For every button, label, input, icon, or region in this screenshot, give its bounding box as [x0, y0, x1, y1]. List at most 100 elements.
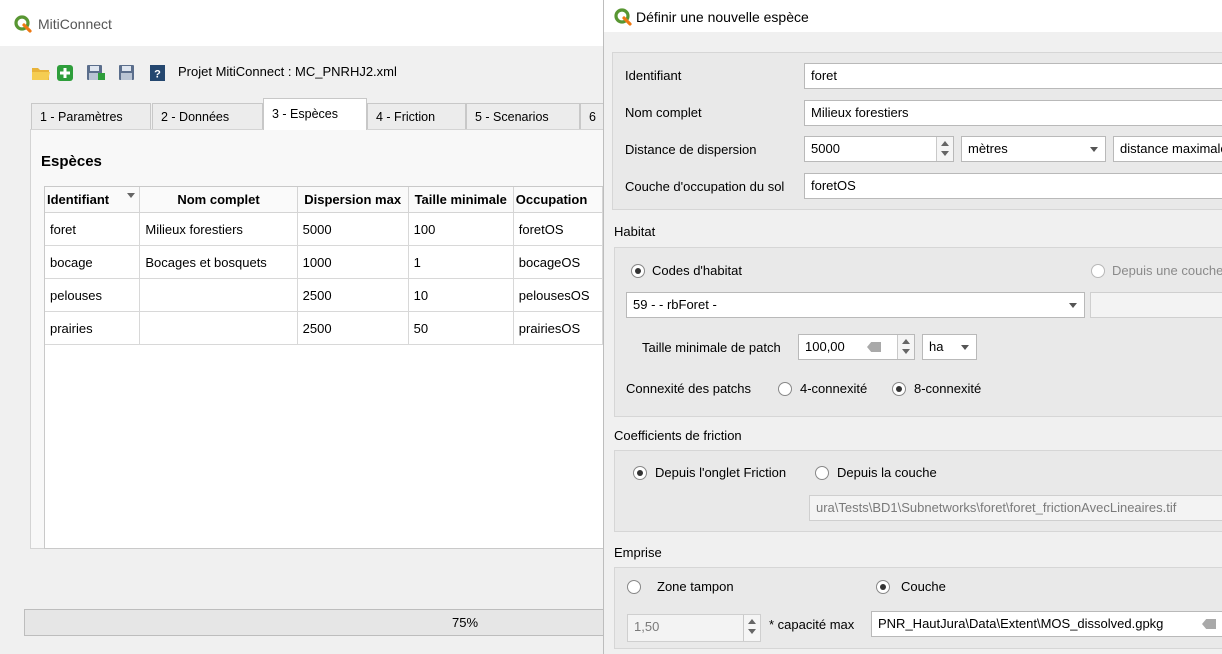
table-cell[interactable]: 50	[408, 311, 514, 345]
column-header-occupation[interactable]: Occupation	[513, 187, 603, 213]
table-cell[interactable]	[139, 278, 298, 312]
table-cell[interactable]: 100	[408, 212, 514, 246]
distance-unit-value: mètres	[968, 141, 1008, 156]
qgis-logo-icon	[614, 8, 632, 26]
table-row[interactable]: prairies 2500 50 prairiesOS	[45, 311, 603, 345]
distance-mode-value: distance maximale	[1120, 141, 1222, 156]
depuis-couche-radio[interactable]	[1091, 264, 1105, 278]
tab-parametres[interactable]: 1 - Paramètres	[31, 103, 151, 129]
spin-arrows-icon[interactable]	[936, 137, 953, 161]
table-cell[interactable]: Bocages et bosquets	[139, 245, 298, 279]
depuis-onglet-friction-radio[interactable]	[633, 466, 647, 480]
table-cell[interactable]: prairiesOS	[513, 311, 603, 345]
table-cell[interactable]: bocage	[45, 245, 141, 279]
table-row[interactable]: foret Milieux forestiers 5000 100 foretO…	[45, 212, 603, 246]
depuis-couche-label: Depuis une couche	[1112, 263, 1222, 278]
svg-text:?: ?	[154, 69, 161, 81]
project-label: Projet MitiConnect : MC_PNRHJ2.xml	[178, 64, 397, 79]
friction-path-field[interactable]: ura\Tests\BD1\Subnetworks\foret\foret_fr…	[809, 495, 1222, 521]
dropdown-arrow-icon	[1090, 147, 1098, 152]
couche-emprise-label: Couche	[901, 579, 946, 594]
codes-habitat-label: Codes d'habitat	[652, 263, 742, 278]
emprise-path-field[interactable]: PNR_HautJura\Data\Extent\MOS_dissolved.g…	[871, 611, 1222, 637]
column-header-dispersion[interactable]: Dispersion max	[297, 187, 409, 213]
table-cell[interactable]: 5000	[297, 212, 409, 246]
taille-minimale-label: Taille minimale de patch	[642, 340, 781, 355]
couche-occupation-value: foretOS	[811, 178, 856, 193]
dropdown-arrow-icon	[961, 345, 969, 350]
column-header-nom-complet[interactable]: Nom complet	[139, 187, 298, 213]
taille-unit-combo[interactable]: ha	[922, 334, 977, 360]
tab-donnees[interactable]: 2 - Données	[152, 103, 263, 129]
distance-unit-combo[interactable]: mètres	[961, 136, 1106, 162]
table-cell[interactable]: Milieux forestiers	[139, 212, 298, 246]
qgis-logo-icon	[14, 15, 32, 33]
add-icon[interactable]	[56, 64, 76, 82]
spin-arrows-icon[interactable]	[897, 335, 914, 359]
tab-6[interactable]: 6	[580, 103, 604, 129]
table-cell[interactable]: 2500	[297, 278, 409, 312]
clear-icon[interactable]	[867, 342, 881, 352]
distance-mode-combo[interactable]: distance maximale	[1113, 136, 1222, 162]
table-cell[interactable]: 1	[408, 245, 514, 279]
main-title-bar: MitiConnect	[0, 0, 604, 46]
table-row[interactable]: pelouses 2500 10 pelousesOS	[45, 278, 603, 312]
distance-spinbox[interactable]: 5000	[804, 136, 954, 162]
column-header-taille[interactable]: Taille minimale	[408, 187, 514, 213]
connexite-8-label: 8-connexité	[914, 381, 982, 396]
open-folder-icon[interactable]	[31, 64, 51, 82]
table-cell[interactable]: foret	[45, 212, 141, 246]
couche-emprise-radio[interactable]	[876, 580, 890, 594]
taille-minimale-spinbox[interactable]: 100,00	[798, 334, 915, 360]
new-species-dialog: Définir une nouvelle espèce Identifiant …	[603, 0, 1222, 654]
dropdown-arrow-icon	[1069, 303, 1077, 308]
table-cell[interactable]: prairies	[45, 311, 141, 345]
couche-occupation-combo[interactable]: foretOS	[804, 173, 1222, 199]
zone-tampon-label: Zone tampon	[657, 579, 734, 594]
tab-especes[interactable]: 3 - Espèces	[263, 98, 367, 130]
connexite-4-radio[interactable]	[778, 382, 792, 396]
taille-minimale-value: 100,00	[805, 339, 845, 354]
connexite-8-radio[interactable]	[892, 382, 906, 396]
table-cell[interactable]: pelouses	[45, 278, 141, 312]
connexite-label: Connexité des patchs	[626, 381, 752, 396]
codes-habitat-value: 59 - - rbForet -	[633, 297, 717, 312]
save-icon[interactable]	[118, 64, 138, 82]
table-cell[interactable]: 1000	[297, 245, 409, 279]
main-window-title: MitiConnect	[38, 16, 112, 32]
save-as-icon[interactable]	[86, 64, 106, 82]
table-cell[interactable]: foretOS	[513, 212, 603, 246]
capacite-max-label: * capacité max	[769, 617, 855, 632]
table-cell[interactable]	[139, 311, 298, 345]
codes-habitat-radio[interactable]	[631, 264, 645, 278]
column-header-identifiant[interactable]: Identifiant	[45, 187, 141, 213]
tab-scenarios[interactable]: 5 - Scenarios	[466, 103, 580, 129]
taille-unit-value: ha	[929, 339, 944, 354]
table-cell[interactable]: 10	[408, 278, 514, 312]
identifiant-field[interactable]: foret	[804, 63, 1222, 89]
zone-tampon-radio[interactable]	[627, 580, 641, 594]
nom-complet-label: Nom complet	[625, 105, 702, 120]
depuis-couche-friction-radio[interactable]	[815, 466, 829, 480]
emprise-section-title: Emprise	[614, 545, 662, 560]
distance-value: 5000	[811, 141, 840, 156]
table-cell[interactable]: bocageOS	[513, 245, 603, 279]
buffer-spinbox[interactable]: 1,50	[627, 614, 761, 642]
codes-habitat-combo[interactable]: 59 - - rbForet -	[626, 292, 1085, 318]
table-header-row: Identifiant Nom complet Dispersion max T…	[45, 187, 603, 213]
table-row[interactable]: bocage Bocages et bosquets 1000 1 bocage…	[45, 245, 603, 279]
friction-section-title: Coefficients de friction	[614, 428, 742, 443]
table-cell[interactable]: pelousesOS	[513, 278, 603, 312]
clear-icon[interactable]	[1202, 619, 1216, 629]
emprise-path-value: PNR_HautJura\Data\Extent\MOS_dissolved.g…	[878, 616, 1164, 631]
table-cell[interactable]: 2500	[297, 311, 409, 345]
spin-arrows-icon[interactable]	[743, 615, 760, 641]
progress-bar: 75%	[24, 609, 604, 636]
help-icon[interactable]: ?	[149, 64, 169, 82]
species-table: Identifiant Nom complet Dispersion max T…	[44, 186, 604, 549]
main-window: MitiConnect ? Projet MitiConnect : MC_PN…	[0, 0, 605, 654]
section-title: Espèces	[41, 153, 102, 170]
buffer-value: 1,50	[634, 619, 660, 634]
nom-complet-field[interactable]: Milieux forestiers	[804, 100, 1222, 126]
tab-friction[interactable]: 4 - Friction	[367, 103, 466, 129]
